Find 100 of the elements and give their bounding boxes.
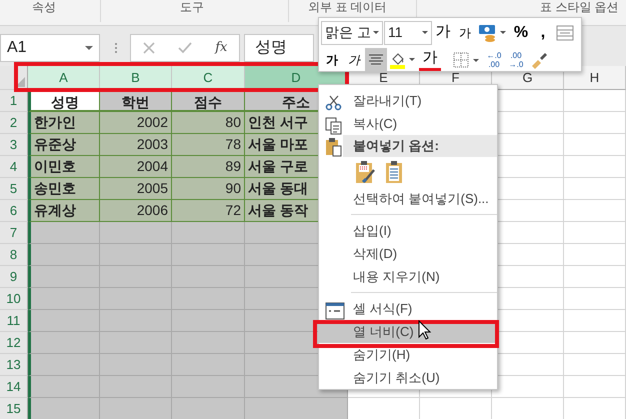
- sheet-cell[interactable]: [564, 178, 626, 200]
- sheet-cell[interactable]: [564, 310, 626, 332]
- sheet-cell[interactable]: [564, 354, 626, 376]
- sheet-cell[interactable]: [172, 222, 245, 244]
- sheet-cell[interactable]: [28, 332, 100, 354]
- row-header[interactable]: 5: [0, 178, 28, 200]
- sheet-cell[interactable]: [28, 288, 100, 310]
- table-cell[interactable]: 2006: [100, 200, 172, 222]
- insert-function-button[interactable]: fx: [215, 38, 228, 58]
- sheet-cell[interactable]: [492, 376, 564, 398]
- cancel-icon[interactable]: [142, 42, 155, 54]
- table-cell[interactable]: 90: [172, 178, 245, 200]
- sheet-cell[interactable]: [172, 332, 245, 354]
- row-header[interactable]: 6: [0, 200, 28, 222]
- table-cell[interactable]: 송민호: [28, 178, 100, 200]
- row-header[interactable]: 15: [0, 398, 28, 419]
- sheet-cell[interactable]: [28, 376, 100, 398]
- sheet-cell[interactable]: [28, 398, 100, 419]
- row-header[interactable]: 11: [0, 310, 28, 332]
- column-heading[interactable]: 학번: [100, 90, 172, 112]
- table-cell[interactable]: 한가인: [28, 112, 100, 134]
- number-format-button[interactable]: ,: [532, 20, 554, 44]
- row-header[interactable]: 8: [0, 244, 28, 266]
- table-cell[interactable]: 2004: [100, 156, 172, 178]
- column-header[interactable]: A: [28, 66, 100, 90]
- paste-formatting-icon[interactable]: [355, 160, 377, 184]
- sheet-cell[interactable]: [28, 310, 100, 332]
- number-format-button[interactable]: %: [510, 20, 532, 44]
- table-cell[interactable]: 80: [172, 112, 245, 134]
- sheet-cell[interactable]: [172, 398, 245, 419]
- menu-item[interactable]: 숨기기(H): [319, 343, 497, 366]
- sheet-cell[interactable]: [564, 90, 626, 112]
- row-header[interactable]: 2: [0, 112, 28, 134]
- sheet-cell[interactable]: [100, 244, 172, 266]
- sheet-cell[interactable]: [564, 112, 626, 134]
- sheet-cell[interactable]: [100, 332, 172, 354]
- row-header[interactable]: 4: [0, 156, 28, 178]
- sheet-cell[interactable]: [564, 376, 626, 398]
- formula-field[interactable]: 성명: [244, 34, 314, 62]
- sheet-cell[interactable]: [172, 266, 245, 288]
- align-center-button[interactable]: [365, 48, 387, 72]
- table-cell[interactable]: 78: [172, 134, 245, 156]
- table-cell[interactable]: 2002: [100, 112, 172, 134]
- table-cell[interactable]: 이민호: [28, 156, 100, 178]
- grow-font-button[interactable]: 가: [432, 20, 454, 44]
- sheet-cell[interactable]: [100, 288, 172, 310]
- table-cell[interactable]: 2003: [100, 134, 172, 156]
- column-header[interactable]: H: [564, 66, 626, 90]
- column-heading[interactable]: 점수: [172, 90, 245, 112]
- table-cell[interactable]: 72: [172, 200, 245, 222]
- row-header[interactable]: 12: [0, 332, 28, 354]
- enter-icon[interactable]: [178, 42, 192, 54]
- table-cell[interactable]: 유준상: [28, 134, 100, 156]
- sheet-cell[interactable]: [172, 288, 245, 310]
- sheet-cell[interactable]: [564, 200, 626, 222]
- row-header[interactable]: 9: [0, 266, 28, 288]
- sheet-cell[interactable]: [564, 156, 626, 178]
- sheet-cell[interactable]: [564, 222, 626, 244]
- row-header[interactable]: 1: [0, 90, 28, 112]
- sheet-cell[interactable]: [100, 310, 172, 332]
- sheet-cell[interactable]: [100, 222, 172, 244]
- table-cell[interactable]: 유계상: [28, 200, 100, 222]
- table-cell[interactable]: 2005: [100, 178, 172, 200]
- sheet-cell[interactable]: [564, 134, 626, 156]
- sheet-cell[interactable]: [100, 266, 172, 288]
- menu-item[interactable]: 삭제(D): [319, 242, 497, 265]
- row-header[interactable]: 7: [0, 222, 28, 244]
- column-header[interactable]: C: [172, 66, 245, 90]
- sheet-cell[interactable]: [100, 398, 172, 419]
- menu-item[interactable]: 내용 지우기(N): [319, 265, 497, 288]
- font-size-box[interactable]: 11: [384, 20, 432, 44]
- sheet-cell[interactable]: [564, 288, 626, 310]
- sheet-cell[interactable]: [100, 376, 172, 398]
- sheet-cell[interactable]: [28, 354, 100, 376]
- shrink-font-button[interactable]: 가: [454, 20, 476, 44]
- menu-item[interactable]: 삽입(I): [319, 219, 497, 242]
- font-color-button[interactable]: 가: [419, 48, 441, 70]
- sheet-cell[interactable]: [172, 244, 245, 266]
- sheet-cell[interactable]: [100, 354, 172, 376]
- row-header[interactable]: 13: [0, 354, 28, 376]
- sheet-cell[interactable]: [172, 354, 245, 376]
- row-header[interactable]: 10: [0, 288, 28, 310]
- sheet-cell[interactable]: [564, 244, 626, 266]
- table-cell[interactable]: 89: [172, 156, 245, 178]
- sheet-cell[interactable]: [245, 398, 348, 419]
- sheet-cell[interactable]: [172, 376, 245, 398]
- sheet-cell[interactable]: [28, 244, 100, 266]
- row-header[interactable]: 14: [0, 376, 28, 398]
- font-name-box[interactable]: 맑은 고: [321, 20, 383, 44]
- sheet-cell[interactable]: [564, 332, 626, 354]
- row-header[interactable]: 3: [0, 134, 28, 156]
- paste-values-icon[interactable]: [385, 160, 403, 184]
- menu-item[interactable]: 셀 서식(F): [319, 297, 497, 320]
- sheet-cell[interactable]: [28, 266, 100, 288]
- sheet-cell[interactable]: [564, 266, 626, 288]
- column-heading[interactable]: 성명: [28, 90, 100, 112]
- column-header[interactable]: B: [100, 66, 172, 90]
- sheet-cell[interactable]: [172, 310, 245, 332]
- menu-item[interactable]: 숨기기 취소(U): [319, 366, 497, 389]
- name-box[interactable]: A1: [0, 34, 100, 62]
